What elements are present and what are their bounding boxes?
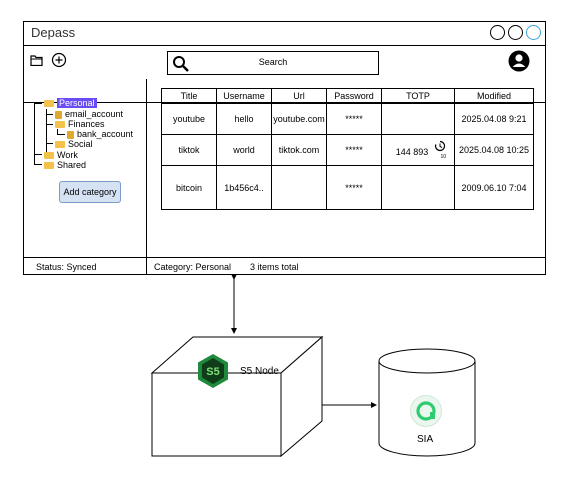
- s5-node-cube: [150, 335, 324, 458]
- sia-label: SIA: [417, 434, 434, 445]
- s5-logo-text: S5: [206, 366, 219, 378]
- s5-node-label: S5 Node: [240, 366, 279, 377]
- s5-logo-icon: S5: [198, 354, 228, 388]
- sia-logo-icon: [410, 395, 442, 427]
